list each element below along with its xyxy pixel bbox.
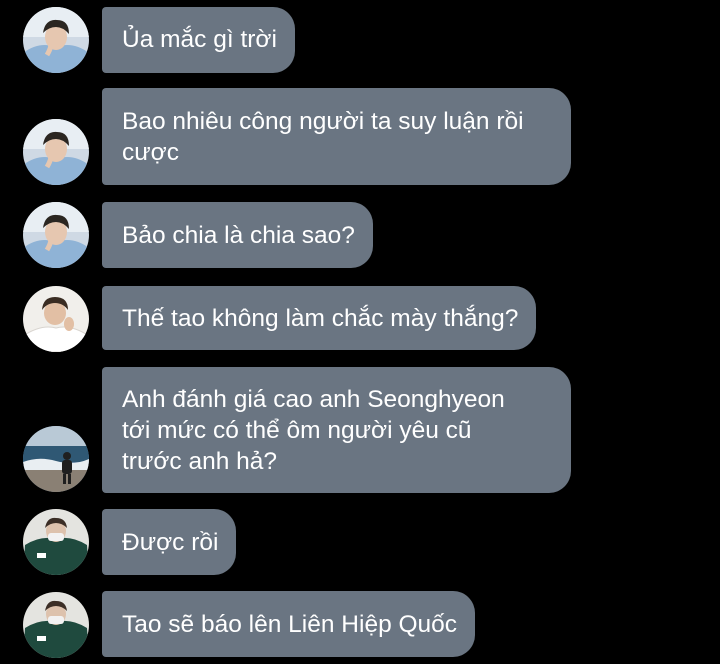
message-text: Được rồi xyxy=(122,529,219,556)
avatar[interactable] xyxy=(23,426,89,492)
message-bubble[interactable]: Ủa mắc gì trời xyxy=(102,7,295,73)
avatar[interactable] xyxy=(23,509,89,575)
message-bubble[interactable]: Tao sẽ báo lên Liên Hiệp Quốc xyxy=(102,591,476,657)
avatar[interactable] xyxy=(23,7,89,73)
avatar-green-jacket-icon xyxy=(23,592,89,658)
message-text: Tao sẽ báo lên Liên Hiệp Quốc xyxy=(122,611,458,638)
avatar[interactable] xyxy=(23,592,89,658)
avatar-white-shirt-icon xyxy=(23,286,89,352)
avatar[interactable] xyxy=(23,202,89,268)
message-bubble[interactable]: Bao nhiêu công người ta suy luận rồi cượ… xyxy=(102,88,571,185)
message-bubble[interactable]: Anh đánh giá cao anh Seonghyeon tới mức … xyxy=(102,367,571,493)
message-bubble[interactable]: Thế tao không làm chắc mày thắng? xyxy=(102,286,537,350)
message-bubble[interactable]: Được rồi xyxy=(102,509,237,575)
message-text: Thế tao không làm chắc mày thắng? xyxy=(122,305,519,332)
message-bubble[interactable]: Bảo chia là chia sao? xyxy=(102,202,373,268)
message-text: Bảo chia là chia sao? xyxy=(122,222,355,249)
message-text: Ủa mắc gì trời xyxy=(122,26,277,53)
avatar[interactable] xyxy=(23,286,89,352)
avatar-blue-hoodie-icon xyxy=(23,202,89,268)
message-text: Anh đánh giá cao anh Seonghyeon tới mức … xyxy=(122,386,505,475)
avatar-beach-icon xyxy=(23,426,89,492)
avatar-green-jacket-icon xyxy=(23,509,89,575)
message-text: Bao nhiêu công người ta suy luận rồi cượ… xyxy=(122,108,524,166)
avatar[interactable] xyxy=(23,119,89,185)
avatar-blue-hoodie-icon xyxy=(23,119,89,185)
avatar-blue-hoodie-icon xyxy=(23,7,89,73)
